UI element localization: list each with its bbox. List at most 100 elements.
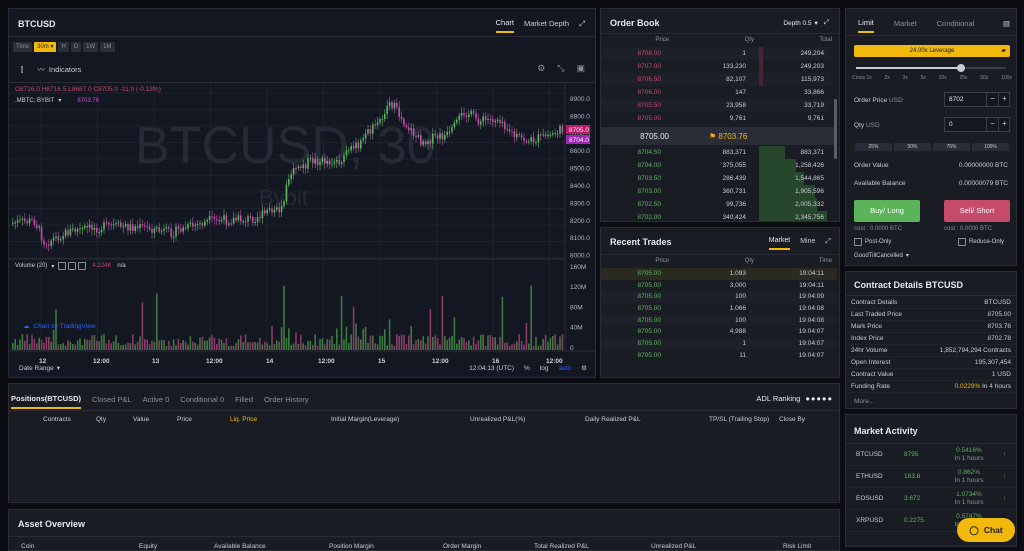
positions-tab[interactable]: Order History xyxy=(264,395,309,408)
positions-tab[interactable]: Filled xyxy=(235,395,253,408)
candle xyxy=(374,124,376,126)
candle xyxy=(254,222,256,224)
price-increment-button[interactable]: + xyxy=(998,92,1010,107)
leverage-tick[interactable]: 25x xyxy=(959,75,967,81)
tab-limit[interactable]: Limit xyxy=(858,18,874,33)
tf-time[interactable]: Time xyxy=(13,42,33,52)
reduce-only-checkbox[interactable] xyxy=(958,238,966,246)
candle-type-icon[interactable]: ⫿ xyxy=(21,65,23,75)
qty-percent-button[interactable]: 100% xyxy=(972,143,1009,151)
log-toggle[interactable]: log xyxy=(540,365,549,372)
positions-tab[interactable]: Closed P&L xyxy=(92,395,132,408)
bid-row[interactable]: 8703.00 360,731 1,905,596 xyxy=(601,185,831,198)
tf-d[interactable]: D xyxy=(70,42,82,52)
ask-row[interactable]: 8705.00 9,761 9,761 xyxy=(601,112,831,125)
chart-settings-icon[interactable]: ⚙ xyxy=(581,364,587,372)
scrollbar[interactable] xyxy=(834,99,837,159)
tab-conditional[interactable]: Conditional xyxy=(937,19,975,32)
market-activity-row[interactable]: ETHUSD 163.8 0.862% In 1 hours ↑ xyxy=(846,466,1016,488)
positions-tab[interactable]: Positions(BTCUSD) xyxy=(11,394,81,409)
depth-select[interactable]: Depth 0.5 xyxy=(783,20,811,27)
settings-icon[interactable] xyxy=(68,262,77,270)
leverage-tick[interactable]: 2x xyxy=(885,75,890,81)
candle xyxy=(88,224,91,228)
leverage-tick[interactable]: 5x xyxy=(921,75,926,81)
leverage-tick[interactable]: 3x xyxy=(903,75,908,81)
price-decrement-button[interactable]: − xyxy=(986,92,998,107)
tab-market-depth[interactable]: Market Depth xyxy=(524,19,569,32)
volume-label[interactable]: Volume (20) xyxy=(15,263,47,269)
tab-market-trades[interactable]: Market xyxy=(768,237,791,250)
date-range-button[interactable]: Date Range xyxy=(19,365,54,372)
qty-percent-button[interactable]: 75% xyxy=(933,143,970,151)
bid-row[interactable]: 8704.00 375,055 1,258,426 xyxy=(601,159,831,172)
volume-bar xyxy=(153,341,156,350)
calculator-icon[interactable]: ▤ xyxy=(1003,19,1010,32)
tf-h[interactable]: H xyxy=(58,42,69,52)
indicators-button[interactable]: Indicators xyxy=(49,65,82,74)
tradingview-link[interactable]: Chart by TradingView xyxy=(34,323,96,330)
chat-button[interactable]: ◯ Chat xyxy=(957,518,1015,542)
candle xyxy=(465,115,468,117)
volume-bar xyxy=(103,334,105,350)
positions-tab[interactable]: Active 0 xyxy=(143,395,170,408)
ask-row[interactable]: 8705.50 23,958 33,719 xyxy=(601,99,831,112)
qty-percent-button[interactable]: 25% xyxy=(855,143,892,151)
volume-bar xyxy=(237,339,240,350)
ask-row[interactable]: 8707.00 133,230 249,203 xyxy=(601,60,831,73)
order-book-panel: Order Book Depth 0.5 ▾ ⤢ Price Qty Total… xyxy=(600,8,840,222)
price-cell: 8705.00 xyxy=(637,316,662,324)
close-icon[interactable] xyxy=(78,262,87,270)
time-in-force-select[interactable]: GoodTillCancelled ▾ xyxy=(854,252,909,260)
camera-icon[interactable]: ▣ xyxy=(576,63,585,74)
auto-toggle[interactable]: auto xyxy=(559,365,572,372)
tf-1m[interactable]: 1M xyxy=(100,42,115,52)
tf-30m[interactable]: 30m ▾ xyxy=(34,42,57,52)
bid-row[interactable]: 8702.00 340,424 2,345,756 xyxy=(601,211,831,221)
leverage-tick[interactable]: 10x xyxy=(939,75,947,81)
candle xyxy=(237,215,240,221)
expand-icon[interactable]: ⤢ xyxy=(825,238,831,250)
percent-toggle[interactable]: % xyxy=(524,365,530,372)
bid-row[interactable]: 8704.50 883,371 883,371 xyxy=(601,146,831,159)
volume-bar xyxy=(204,340,206,350)
bid-row[interactable]: 8703.50 286,439 1,544,865 xyxy=(601,172,831,185)
price-chart[interactable]: BTCUSD, 30 Bybit 8900.08800.08700.08600.… xyxy=(9,83,596,378)
buy-long-button[interactable]: Buy/ Long xyxy=(854,200,920,222)
volume-bar xyxy=(448,337,451,350)
market-activity-row[interactable]: EOSUSD 3.672 1.0734% In 1 hours ↑ xyxy=(846,488,1016,510)
qty-percent-button[interactable]: 50% xyxy=(894,143,931,151)
post-only-checkbox[interactable] xyxy=(854,238,862,246)
candle xyxy=(163,228,165,231)
settings-gear-icon[interactable]: ⚙ xyxy=(537,63,545,74)
volume-bar xyxy=(405,343,408,350)
eye-icon[interactable] xyxy=(58,262,67,270)
tf-1w[interactable]: 1W xyxy=(83,42,99,52)
leverage-slider[interactable] xyxy=(856,67,1006,69)
expand-icon[interactable]: ⤢ xyxy=(579,19,585,33)
leverage-slider-handle[interactable] xyxy=(957,64,965,72)
fullscreen-icon[interactable]: ⤡ xyxy=(557,63,564,74)
leverage-button[interactable]: 24.00x Leverage ▰ xyxy=(854,45,1010,57)
ask-row[interactable]: 8706.50 82,107 115,973 xyxy=(601,73,831,86)
ask-row[interactable]: 8706.00 147 33,866 xyxy=(601,86,831,99)
qty-increment-button[interactable]: + xyxy=(998,117,1010,132)
sell-short-button[interactable]: Sell/ Short xyxy=(944,200,1010,222)
expand-icon[interactable]: ⤢ xyxy=(824,19,829,27)
indicators-icon[interactable]: 〰 xyxy=(37,64,45,75)
market-activity-row[interactable]: BTCUSD 8795 0.5416% In 1 hours ↑ xyxy=(846,444,1016,466)
tab-chart[interactable]: Chart xyxy=(495,18,514,33)
more-link[interactable]: More... xyxy=(854,398,874,405)
leverage-tick[interactable]: 100x xyxy=(1001,75,1012,81)
candle xyxy=(240,215,242,222)
ask-row[interactable]: 8708.00 1 249,204 xyxy=(601,47,831,60)
total-cell: 1,544,865 xyxy=(795,175,824,182)
qty-decrement-button[interactable]: − xyxy=(986,117,998,132)
bid-row[interactable]: 8702.50 99,736 2,005,332 xyxy=(601,198,831,211)
leverage-tick[interactable]: Cross 1x xyxy=(852,75,872,81)
positions-tab[interactable]: Conditional 0 xyxy=(180,395,224,408)
tab-mine-trades[interactable]: Mine xyxy=(800,238,815,249)
tab-market[interactable]: Market xyxy=(894,19,917,32)
volume-bar xyxy=(180,343,182,350)
leverage-tick[interactable]: 50x xyxy=(980,75,988,81)
